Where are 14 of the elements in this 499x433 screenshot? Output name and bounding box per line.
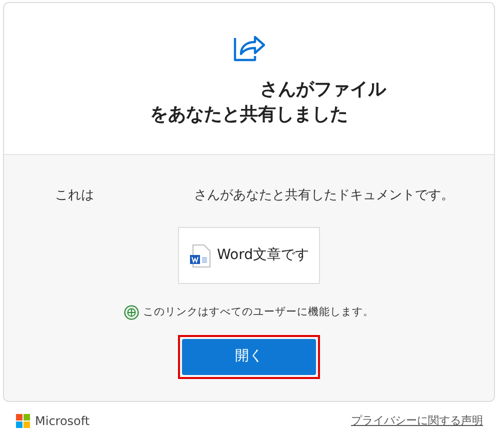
document-name: Word文章です	[217, 246, 309, 265]
share-icon	[233, 34, 265, 62]
heading-text: をあなたと共有しました	[150, 103, 348, 127]
privacy-link[interactable]: プライバシーに関する声明	[351, 412, 483, 430]
message-text: これは	[55, 187, 94, 205]
document-icon	[189, 244, 211, 268]
heading-text: さんがファイル	[260, 78, 386, 102]
message-text: さんがあなたと共有したドキュメントです。	[194, 187, 454, 205]
logo-icon	[16, 414, 30, 428]
brand-name: Microsoft	[35, 413, 90, 430]
link-note: このリンクはすべてのユーザーに機能します。	[143, 305, 374, 320]
document-card[interactable]: Word文章です	[178, 227, 320, 284]
open-button[interactable]: 開く	[182, 338, 316, 375]
globe-icon	[124, 305, 139, 320]
